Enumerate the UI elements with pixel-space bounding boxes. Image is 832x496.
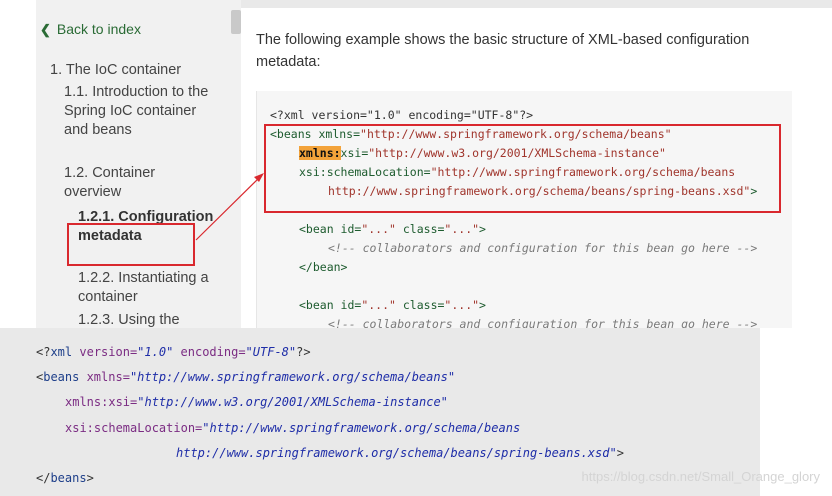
back-to-index-link[interactable]: ❮ Back to index <box>40 21 141 38</box>
code-line-bean-1: <bean id="..." class="..."> <box>299 222 486 236</box>
xmlns-highlight: xmlns: <box>299 146 341 160</box>
toc-sidebar: ❮ Back to index 1. The IoC container 1.1.… <box>36 0 241 328</box>
doc-screenshot: ❮ Back to index 1. The IoC container 1.1.… <box>0 0 832 328</box>
toc-item-ioc-container[interactable]: 1. The IoC container <box>50 61 181 80</box>
snippet-line-6: </beans> <box>36 471 94 485</box>
toc-item-using-the[interactable]: 1.2.3. Using the <box>78 311 218 328</box>
back-link-label: Back to index <box>56 21 141 37</box>
watermark-text: https://blog.csdn.net/Small_Orange_glory <box>581 469 820 484</box>
code-line-4: xsi:schemaLocation="http://www.springfra… <box>299 165 736 179</box>
toc-item-container-overview[interactable]: 1.2. Container overview <box>64 164 214 202</box>
header-strip <box>241 0 832 8</box>
snippet-line-1: <?xml version="1.0" encoding="UTF-8"?> <box>36 345 311 359</box>
toc-item-introduction[interactable]: 1.1. Introduction to the Spring IoC cont… <box>64 83 214 140</box>
snippet-line-4: xsi:schemaLocation="http://www.springfra… <box>65 421 521 435</box>
intro-paragraph: The following example shows the basic st… <box>256 32 750 70</box>
code-bean-close: </bean> <box>299 260 348 274</box>
toc-item-configuration-metadata[interactable]: 1.2.1. Configuration metadata <box>78 208 218 246</box>
code-line-3: xmlns:xsi="http://www.w3.org/2001/XMLSch… <box>299 146 666 160</box>
sidebar-scrollbar[interactable] <box>231 10 241 34</box>
code-sample-panel: <?xml version="1.0" encoding="UTF-8"?> <… <box>256 91 792 328</box>
code-line-1: <?xml version="1.0" encoding="UTF-8"?> <box>270 108 534 122</box>
code-line-2: <beans xmlns="http://www.springframework… <box>270 127 672 141</box>
code-line-5: http://www.springframework.org/schema/be… <box>328 184 758 198</box>
snippet-line-2: <beans xmlns="http://www.springframework… <box>36 370 456 384</box>
code-comment-2: <!-- collaborators and configuration for… <box>328 317 758 328</box>
chevron-left-icon: ❮ <box>40 22 51 37</box>
snippet-line-5: http://www.springframework.org/schema/be… <box>176 446 624 460</box>
code-line-bean-2: <bean id="..." class="..."> <box>299 298 486 312</box>
snippet-line-3: xmlns:xsi="http://www.w3.org/2001/XMLSch… <box>65 395 448 409</box>
toc-item-instantiating-container[interactable]: 1.2.2. Instantiating a container <box>78 269 218 307</box>
code-comment-1: <!-- collaborators and configuration for… <box>328 241 758 255</box>
